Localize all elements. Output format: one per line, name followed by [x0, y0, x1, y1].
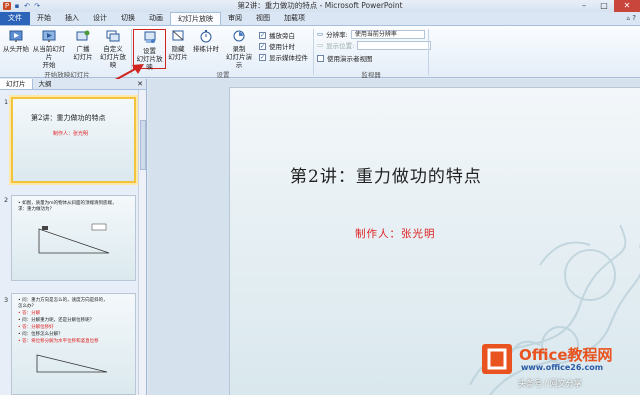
- custom-show-icon: [106, 30, 120, 42]
- from-start-button[interactable]: 从头开始: [3, 29, 29, 53]
- from-current-slide-button[interactable]: 从当前幻灯片 开始: [30, 29, 68, 69]
- hide-slide-icon: [172, 30, 184, 41]
- window-controls: – □ ✕: [574, 0, 640, 12]
- close-icon[interactable]: ✕: [614, 0, 640, 12]
- thumb-text-line: • 答：将位移分解为水平位移和竖直位移: [18, 339, 99, 344]
- tab-animations[interactable]: 动画: [142, 12, 170, 25]
- redo-icon[interactable]: ↷: [33, 2, 41, 10]
- powerpoint-icon: P: [3, 2, 11, 10]
- tab-addins[interactable]: 加载项: [277, 12, 312, 25]
- tab-view[interactable]: 视图: [249, 12, 277, 25]
- hide-slide-button[interactable]: 隐藏 幻灯片: [168, 29, 188, 61]
- maximize-icon[interactable]: □: [594, 0, 614, 12]
- thumb-text-line: • 答：分解位移好: [18, 325, 54, 330]
- thumb-text-line: • 问：位移怎么分解？: [18, 332, 63, 337]
- tab-insert[interactable]: 插入: [58, 12, 86, 25]
- use-timings-checkbox[interactable]: ✓ 使用计时: [259, 41, 295, 51]
- save-icon[interactable]: ▪: [13, 2, 21, 10]
- tab-slides-panel[interactable]: 幻灯片: [0, 79, 33, 89]
- thumb-text-line: 求：重力做功为？: [18, 207, 54, 212]
- slide-thumbnail-3[interactable]: • 问：重力方向是怎么的，速度方向是斜的， 怎么办？ • 答：分解 • 问：分解…: [11, 293, 136, 395]
- tab-transitions[interactable]: 切换: [114, 12, 142, 25]
- show-media-controls-checkbox[interactable]: ✓ 显示媒体控件: [259, 52, 308, 62]
- checkbox-checked-icon: ✓: [259, 42, 266, 50]
- watermark-footer: 头条号 / 网文分享: [518, 379, 582, 388]
- slideshow-start-icon: [9, 30, 23, 42]
- office-tutorial-watermark: Office教程网 www.office26.com 头条号 / 网文分享: [474, 340, 640, 395]
- help-icon[interactable]: ▵ ?: [627, 14, 636, 22]
- slideshow-current-icon: [42, 30, 56, 42]
- window-title: 第2讲：重力做功的特点 - Microsoft PowerPoint: [237, 1, 403, 10]
- broadcast-slideshow-button[interactable]: 广播 幻灯片: [72, 29, 94, 61]
- tab-outline-panel[interactable]: 大纲: [33, 79, 58, 89]
- broadcast-icon: [76, 30, 90, 41]
- group-label-setup: 设置: [216, 71, 230, 79]
- checkbox-checked-icon: ✓: [259, 53, 266, 61]
- panel-scrollbar[interactable]: [138, 90, 146, 395]
- show-on-row: ▭ 显示位置:: [317, 40, 432, 50]
- tab-review[interactable]: 审阅: [221, 12, 249, 25]
- monitor-icon: ▭: [317, 41, 324, 49]
- ribbon-tabs: 文件 开始 插入 设计 切换 动画 幻灯片放映 审阅 视图 加载项 ▵ ?: [0, 12, 640, 26]
- undo-icon[interactable]: ↶: [23, 2, 31, 10]
- slides-panel: 幻灯片 大纲 ✕ 1 第2讲：重力做功的特点 制作人：张光明 2 • 如图，质量…: [0, 79, 147, 395]
- checkbox-unchecked-icon: [317, 54, 324, 62]
- slide-number: 3: [4, 296, 9, 304]
- group-separator: [313, 29, 314, 75]
- tab-file[interactable]: 文件: [0, 12, 30, 25]
- triangle-diagram: [36, 354, 108, 373]
- slide-number: 1: [4, 98, 9, 106]
- monitor-icon: ▭: [317, 30, 324, 38]
- tab-home[interactable]: 开始: [30, 12, 58, 25]
- play-narrations-checkbox[interactable]: ✓ 播放旁白: [259, 30, 295, 40]
- show-on-dropdown[interactable]: [357, 40, 432, 50]
- thumb-title: 第2讲：重力做功的特点: [31, 114, 106, 122]
- resolution-row: ▭ 分辨率: 使用当前分辨率: [317, 29, 425, 39]
- watermark-brand: Office教程网: [519, 346, 613, 364]
- thumb-text-line: • 问：分解重力呢，还是分解位移呢？: [18, 318, 95, 323]
- thumb-author: 制作人：张光明: [53, 131, 89, 137]
- minimize-icon[interactable]: –: [574, 0, 594, 12]
- slide-title[interactable]: 第2讲：重力做功的特点: [290, 162, 482, 187]
- slide-thumbnail-1[interactable]: 第2讲：重力做功的特点 制作人：张光明: [9, 95, 138, 185]
- tab-slideshow[interactable]: 幻灯片放映: [170, 12, 221, 25]
- rehearse-timings-button[interactable]: 排练计时: [192, 29, 220, 53]
- office-logo-icon: [482, 344, 512, 374]
- slide-subtitle[interactable]: 制作人：张光明: [355, 226, 436, 241]
- title-bar: P ▪ ↶ ↷ 第2讲：重力做功的特点 - Microsoft PowerPoi…: [0, 0, 640, 12]
- incline-diagram: [38, 223, 110, 254]
- group-separator: [428, 29, 429, 75]
- close-panel-icon[interactable]: ✕: [137, 79, 143, 90]
- slide-number: 2: [4, 196, 9, 204]
- quick-access-toolbar: P ▪ ↶ ↷: [0, 2, 41, 10]
- record-slideshow-button[interactable]: 录制 幻灯片演示: [223, 29, 255, 69]
- checkbox-checked-icon: ✓: [259, 31, 266, 39]
- tab-design[interactable]: 设计: [86, 12, 114, 25]
- resolution-dropdown[interactable]: 使用当前分辨率: [350, 29, 425, 39]
- scrollbar-thumb[interactable]: [140, 120, 146, 170]
- group-label-monitors: 监视器: [361, 71, 381, 79]
- stopwatch-icon: [200, 30, 212, 43]
- thumb-text-line: 怎么办？: [18, 304, 36, 309]
- panel-tabs: 幻灯片 大纲 ✕: [0, 79, 146, 90]
- presenter-view-checkbox[interactable]: 使用演示者视图: [317, 53, 373, 63]
- record-icon: [233, 30, 245, 42]
- setup-slideshow-icon: [144, 31, 155, 43]
- watermark-url: www.office26.com: [521, 363, 604, 372]
- thumb-text-line: • 答：分解: [18, 311, 41, 316]
- slide-thumbnail-2[interactable]: • 如图，质量为m的物体从斜面的顶端滑到底端， 求：重力做功为？: [11, 195, 136, 281]
